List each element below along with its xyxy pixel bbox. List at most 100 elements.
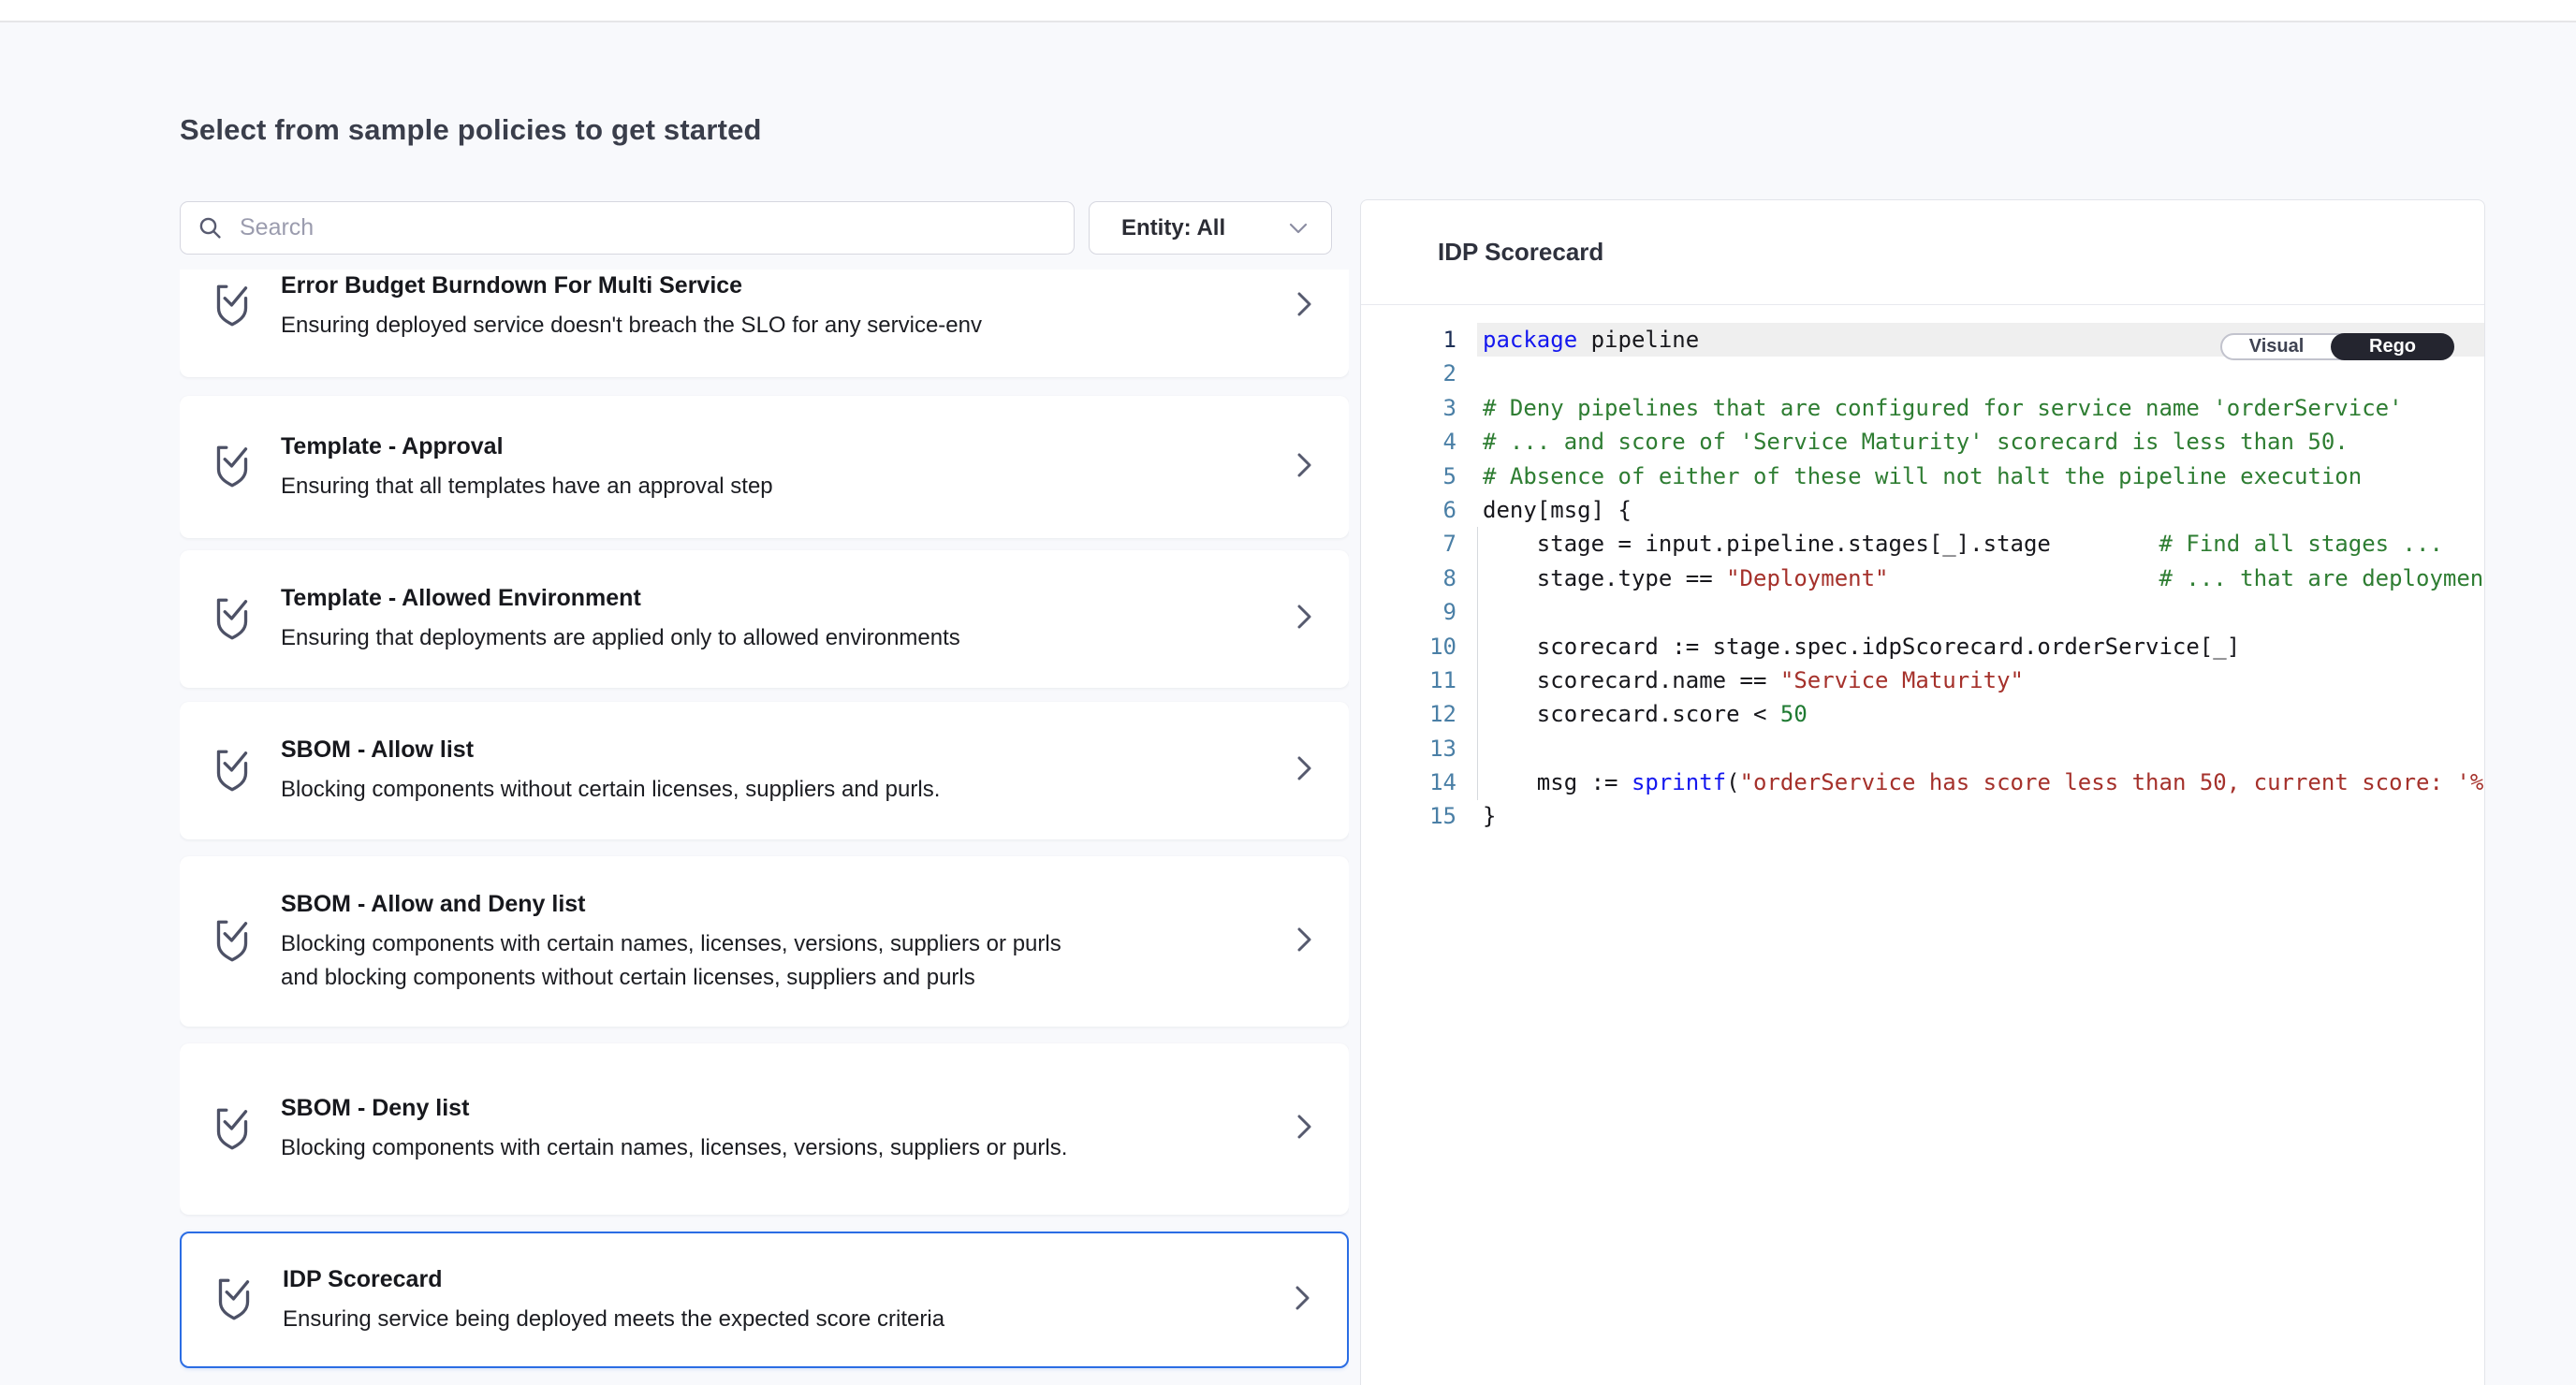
chevron-right-icon[interactable] (1293, 921, 1315, 963)
code-token: } (1483, 803, 1496, 829)
code-text (1477, 357, 2484, 390)
code-line[interactable]: 12 scorecard.score < 50 (1361, 697, 2484, 731)
policy-card[interactable]: Template - Allowed Environment Ensuring … (180, 550, 1349, 688)
line-number: 4 (1361, 425, 1477, 459)
code-text (1477, 595, 2484, 629)
indent-guide (1477, 527, 1478, 800)
line-number: 12 (1361, 697, 1477, 731)
entity-filter-dropdown[interactable]: Entity: All (1089, 201, 1332, 255)
code-token: scorecard.name == (1483, 667, 1780, 693)
code-token: pipeline (1577, 327, 1699, 353)
shield-check-icon (208, 1103, 256, 1156)
code-text: scorecard.score < 50 (1477, 697, 2484, 731)
policy-card[interactable]: Error Budget Burndown For Multi Service … (180, 270, 1349, 377)
code-line[interactable]: 6deny[msg] { (1361, 493, 2484, 527)
policy-title: SBOM - Allow list (281, 735, 940, 765)
code-token: # Deny pipelines that are configured for… (1483, 395, 2403, 421)
code-token: scorecard.score < (1483, 701, 1780, 727)
code-line[interactable]: 4# ... and score of 'Service Maturity' s… (1361, 425, 2484, 459)
toggle-rego-button[interactable]: Rego (2331, 333, 2454, 360)
code-line[interactable]: 13 (1361, 732, 2484, 765)
code-token: 50 (1780, 701, 1808, 727)
code-lines: 1package pipeline 23# Deny pipelines that… (1361, 323, 2484, 834)
code-token: sprintf (1632, 769, 1726, 795)
code-line[interactable]: 5# Absence of either of these will not h… (1361, 459, 2484, 493)
panel-title: IDP Scorecard (1438, 238, 1603, 267)
policy-description: Ensuring deployed service doesn't breach… (281, 309, 982, 343)
line-number: 8 (1361, 561, 1477, 595)
code-line[interactable]: 7 stage = input.pipeline.stages[_].stage… (1361, 527, 2484, 561)
shield-check-icon (208, 280, 256, 332)
policy-card[interactable]: IDP Scorecard Ensuring service being dep… (180, 1232, 1349, 1368)
panel-header: IDP Scorecard (1361, 200, 2484, 305)
search-input[interactable] (238, 213, 1057, 242)
code-token: # ... that are deployments (2159, 565, 2484, 591)
code-text: stage = input.pipeline.stages[_].stage #… (1477, 527, 2484, 561)
line-number: 7 (1361, 527, 1477, 561)
line-number: 9 (1361, 595, 1477, 629)
chevron-down-icon (1288, 222, 1309, 235)
code-text: # ... and score of 'Service Maturity' sc… (1477, 425, 2484, 459)
policy-card[interactable]: Template - Approval Ensuring that all te… (180, 396, 1349, 538)
top-chrome-bar (0, 0, 2576, 22)
shield-check-icon (210, 1274, 258, 1326)
chevron-right-icon[interactable] (1293, 598, 1315, 640)
chevron-right-icon[interactable] (1293, 285, 1315, 328)
code-line[interactable]: 2 (1361, 357, 2484, 390)
code-token (1888, 565, 2159, 591)
shield-check-icon (208, 915, 256, 968)
sample-policy-list: Error Budget Burndown For Multi Service … (180, 270, 1349, 1385)
shield-check-icon (208, 441, 256, 493)
code-line[interactable]: 11 scorecard.name == "Service Maturity" (1361, 663, 2484, 697)
line-number: 5 (1361, 459, 1477, 493)
policy-title: SBOM - Deny list (281, 1093, 1067, 1123)
line-number: 1 (1361, 323, 1477, 357)
page-title: Select from sample policies to get start… (180, 113, 762, 147)
code-line[interactable]: 15} (1361, 799, 2484, 833)
chevron-right-icon[interactable] (1293, 1108, 1315, 1150)
code-token: package (1483, 327, 1577, 353)
line-number: 2 (1361, 357, 1477, 390)
code-token: "orderService has score less than 50, cu… (1740, 769, 2484, 795)
policy-detail-panel: IDP Scorecard Visual Rego 1package pipel… (1360, 199, 2485, 1385)
policy-card[interactable]: SBOM - Deny list Blocking components wit… (180, 1043, 1349, 1215)
policy-description: Blocking components without certain lice… (281, 773, 940, 807)
code-text (1477, 732, 2484, 765)
code-token: "Deployment" (1726, 565, 1888, 591)
code-text: # Absence of either of these will not ha… (1477, 459, 2484, 493)
policy-title: Template - Approval (281, 431, 773, 461)
code-text: } (1477, 799, 2484, 833)
code-text: stage.type == "Deployment" # ... that ar… (1477, 561, 2484, 595)
visual-rego-toggle[interactable]: Visual Rego (2220, 333, 2454, 360)
code-token: stage = input.pipeline.stages[_].stage (1483, 531, 2051, 557)
rego-code-editor[interactable]: 1package pipeline 23# Deny pipelines that… (1361, 305, 2484, 834)
shield-check-icon (208, 593, 256, 646)
policy-description: Blocking components with certain names, … (281, 1131, 1067, 1165)
policy-card[interactable]: SBOM - Allow and Deny list Blocking comp… (180, 856, 1349, 1027)
entity-filter-label: Entity: All (1121, 215, 1288, 241)
line-number: 15 (1361, 799, 1477, 833)
line-number: 14 (1361, 765, 1477, 799)
chevron-right-icon[interactable] (1293, 750, 1315, 792)
code-line[interactable]: 8 stage.type == "Deployment" # ... that … (1361, 561, 2484, 595)
code-line[interactable]: 3# Deny pipelines that are configured fo… (1361, 391, 2484, 425)
code-text: msg := sprintf("orderService has score l… (1477, 765, 2484, 799)
toggle-visual-button[interactable]: Visual (2222, 336, 2331, 357)
code-token: msg := (1483, 769, 1632, 795)
search-icon (198, 215, 223, 241)
shield-check-icon (208, 745, 256, 797)
policy-description: Blocking components with certain names, … (281, 927, 1105, 995)
line-number: 13 (1361, 732, 1477, 765)
code-line[interactable]: 9 (1361, 595, 2484, 629)
policy-card[interactable]: SBOM - Allow list Blocking components wi… (180, 702, 1349, 839)
chevron-right-icon[interactable] (1291, 1279, 1313, 1321)
policy-description: Ensuring that all templates have an appr… (281, 470, 773, 503)
line-number: 11 (1361, 663, 1477, 697)
policy-title: Error Budget Burndown For Multi Service (281, 270, 982, 300)
chevron-right-icon[interactable] (1293, 446, 1315, 488)
code-line[interactable]: 14 msg := sprintf("orderService has scor… (1361, 765, 2484, 799)
policy-title: SBOM - Allow and Deny list (281, 889, 1105, 919)
code-token: "Service Maturity" (1780, 667, 2024, 693)
search-box[interactable] (180, 201, 1075, 255)
code-line[interactable]: 10 scorecard := stage.spec.idpScorecard.… (1361, 630, 2484, 663)
